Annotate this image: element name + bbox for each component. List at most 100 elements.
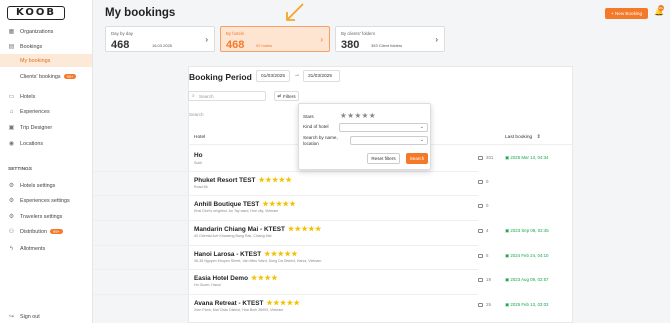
chevron-right-icon: › [205, 35, 208, 44]
sidebar-item-label: Allotments [20, 245, 46, 252]
stat-card-by-hotels[interactable]: By hotels 468 92 hotels › [220, 26, 330, 52]
sign-out-icon: ↪ [8, 313, 15, 320]
search-location-label: location [303, 141, 319, 146]
booking-count-value: 25 [486, 302, 491, 307]
hotel-address: Xóm Pạnh, Mai Châu District, Hòa Bình 36… [194, 308, 284, 312]
bookings-count-icon [478, 228, 483, 233]
column-header-last-booking[interactable]: Last booking ⇕ [505, 135, 541, 140]
stat-card-day-by-day[interactable]: Day by day 468 16.03.2025 › [105, 26, 215, 52]
hotel-address: 36-38 Nguyen Khuyen Street, Van Mieu War… [194, 259, 322, 263]
hotel-address: Road 66 [194, 185, 208, 189]
reset-filters-button[interactable]: Reset filters [367, 153, 400, 164]
booking-count: 4 [478, 228, 488, 233]
sidebar-item-experiences[interactable]: ⌂ Experiences [0, 105, 92, 118]
booking-count-value: 0 [486, 203, 489, 208]
chevron-down-icon: ⌄ [419, 124, 424, 130]
bookings-count-icon [478, 277, 483, 282]
search-input[interactable]: ⌕ Search [188, 91, 266, 101]
hotel-name-text: Ho [194, 152, 203, 159]
sidebar-item-my-bookings[interactable]: My bookings [0, 54, 92, 67]
column-header-hotel[interactable]: Hotel [194, 135, 205, 140]
sidebar-item-trip-designer[interactable]: ▣ Trip Designer [0, 121, 92, 134]
search-placeholder: Search [199, 93, 214, 99]
divider [93, 294, 478, 295]
hotel-address: Sukh [194, 161, 203, 165]
stars-filter[interactable]: ★★★★★ [340, 111, 376, 120]
booking-count: 5 [478, 253, 488, 258]
last-booking-value: 2025 Mar 13, 04:34 [510, 155, 549, 160]
stars-label: Stars [303, 114, 314, 119]
sidebar-item-clients-bookings[interactable]: Clients' bookings 99+ [0, 70, 92, 83]
sidebar-item-label: Hotels settings [20, 182, 56, 189]
last-booking-value: 2025 Feb 13, 03:03 [510, 302, 549, 307]
search-button[interactable]: Search [406, 153, 428, 164]
stat-label: By hotels [226, 31, 245, 36]
sidebar-item-experiences-settings[interactable]: ⚙ Experiences settings [0, 194, 92, 207]
sidebar-item-hotels-settings[interactable]: ⚙ Hotels settings [0, 179, 92, 192]
page-title: My bookings [105, 7, 176, 19]
sidebar-item-locations[interactable]: ◉ Locations [0, 137, 92, 150]
settings-icon: ⚙ [8, 213, 15, 220]
hotel-name[interactable]: Ho★★★★★ [194, 152, 373, 159]
count-badge: 99+ [63, 74, 77, 79]
sidebar-item-label: Bookings [20, 43, 43, 50]
sidebar-item-label: Travelers settings [20, 213, 63, 220]
star-rating: ★★★★★ [262, 201, 297, 208]
sidebar-item-label: Experiences [20, 108, 50, 115]
sidebar-item-label: Clients' bookings [20, 73, 61, 80]
settings-icon: ⚙ [8, 197, 15, 204]
chevron-right-icon: › [320, 35, 323, 44]
sidebar-item-label: Distribution [20, 228, 47, 235]
booking-count-value: 19 [486, 277, 491, 282]
hotel-name[interactable]: Phuket Resort TEST ★★★★★ [194, 176, 292, 184]
booking-count-value: 0 [486, 179, 489, 184]
sort-icon: ⇕ [536, 135, 541, 140]
sign-out-link[interactable]: ↪ Sign out [0, 310, 92, 323]
sidebar-item-travelers-settings[interactable]: ⚙ Travelers settings [0, 210, 92, 223]
sidebar-item-allotments[interactable]: ϟ Allotments [0, 242, 92, 255]
bookings-count-icon [478, 302, 483, 307]
sidebar-item-hotels[interactable]: ▭ Hotels [0, 90, 92, 103]
divider [93, 171, 478, 172]
date-from-input[interactable]: 01/03/2025 [256, 70, 290, 82]
last-booking-date: ▣ 2023 Sep 08, 02:45 [505, 228, 549, 234]
sidebar-item-label: Locations [20, 140, 44, 147]
sidebar-item-bookings[interactable]: ▤ Bookings [0, 40, 92, 53]
hotel-address: Ho Guom, Hanoi [194, 283, 221, 287]
divider [93, 245, 478, 246]
new-booking-button[interactable]: + New Booking [605, 8, 648, 19]
stat-sub: 16.03.2025 [152, 43, 173, 48]
hotel-name-text: Mandarin Chiang Mai - KTEST [194, 226, 285, 233]
arrow-right-icon: → [294, 72, 300, 78]
stat-label: Day by day [111, 31, 133, 36]
sidebar-item-distribution[interactable]: ⚇ Distribution 99+ [0, 225, 92, 238]
experiences-icon: ⌂ [9, 108, 14, 115]
hotel-name[interactable]: Mandarin Chiang Mai - KTEST ★★★★★ [194, 225, 322, 233]
filters-button[interactable]: ⇌ Filters [274, 91, 299, 101]
count-badge: 99+ [49, 229, 63, 234]
koob-logo[interactable]: KOOB [7, 6, 65, 20]
search-name-location-select[interactable]: ⌄ [350, 136, 428, 145]
hotel-name[interactable]: Hanoi Larosa - KTEST ★★★★★ [194, 250, 298, 258]
hotel-name-text: Easia Hotel Demo [194, 275, 248, 282]
organizations-icon: ▦ [8, 28, 15, 35]
sidebar-item-label: Organizations [20, 28, 54, 35]
date-to-input[interactable]: 31/03/2025 [303, 70, 340, 82]
last-booking-value: 2023 Aug 09, 02:57 [510, 277, 549, 282]
hotel-name[interactable]: Avana Retreat - KTEST ★★★★★ [194, 299, 300, 307]
star-rating: ★★★★★ [266, 300, 301, 307]
hotel-name[interactable]: Anhill Boutique TEST ★★★★★ [194, 200, 296, 208]
settings-icon: ⚙ [8, 182, 15, 189]
sidebar: KOOB ▦ Organizations ▤ Bookings My booki… [0, 0, 93, 323]
hotel-name[interactable]: Easia Hotel Demo ★★★★ [194, 274, 278, 282]
star-rating: ★★★★★ [258, 177, 293, 184]
search-results-label: Search [189, 112, 204, 117]
sidebar-item-organizations[interactable]: ▦ Organizations [0, 25, 92, 38]
booking-count: 0 [478, 179, 488, 184]
sidebar-item-label: Hotels [20, 93, 36, 100]
stat-card-by-clients-folders[interactable]: By clients' folders 380 353 Client folde… [335, 26, 445, 52]
stat-sub: 353 Client folders [371, 43, 403, 48]
kind-of-hotel-select[interactable]: ⌄ [339, 123, 428, 132]
chevron-right-icon: › [435, 35, 438, 44]
divider [93, 195, 478, 196]
